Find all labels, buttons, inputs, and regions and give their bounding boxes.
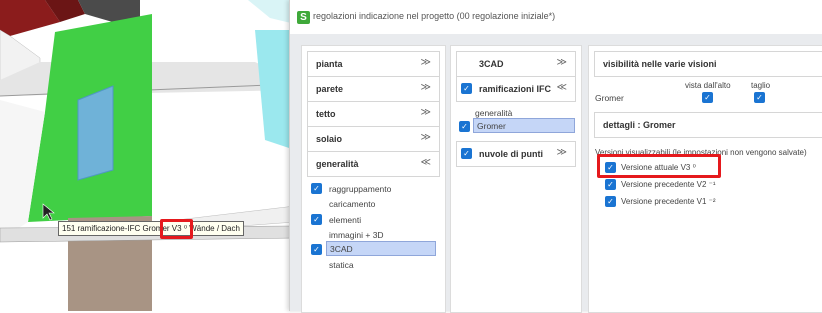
list-item-immagini-3d[interactable]: immagini + 3D <box>329 230 384 240</box>
checkbox-3cad[interactable]: ✓ <box>311 244 322 255</box>
section-ramificazioni-ifc[interactable]: ✓ ramificazioni IFC ≪ <box>456 76 576 102</box>
checkbox-ramificazioni-ifc[interactable]: ✓ <box>461 83 472 94</box>
section-nuvole-di-punti[interactable]: ✓ nuvole di punti ≫ <box>456 141 576 167</box>
version-v1-label[interactable]: Versione precedente V1 ⁻² <box>621 197 716 206</box>
highlight-v3-tooltip <box>160 219 193 239</box>
chevron-down-icon: ≫ <box>420 82 431 93</box>
col-header-vista-dall-alto: vista dall'alto <box>685 81 731 90</box>
subcategory-column: 3CAD ≫ ✓ ramificazioni IFC ≪ generalità … <box>450 45 582 313</box>
section-tetto[interactable]: tetto ≫ <box>307 101 440 127</box>
checkbox-gromer[interactable]: ✓ <box>459 121 470 132</box>
chevron-down-icon: ≫ <box>556 57 567 68</box>
section-pianta[interactable]: pianta ≫ <box>307 51 440 77</box>
chevron-down-icon: ≫ <box>556 147 567 158</box>
section-solaio[interactable]: solaio ≫ <box>307 126 440 152</box>
list-item-generalita[interactable]: generalità <box>475 108 512 118</box>
checkbox-elementi[interactable]: ✓ <box>311 214 322 225</box>
list-item-3cad-selected[interactable]: 3CAD <box>326 241 436 256</box>
section-3cad[interactable]: 3CAD ≫ <box>456 51 576 77</box>
building-model <box>0 0 295 311</box>
tooltip: 151 ramificazione-IFC Gromer V3 ⁰ Wände … <box>58 221 244 236</box>
section-visibilita: visibilità nelle varie visioni <box>594 51 822 77</box>
chevron-up-icon: ≪ <box>556 82 567 93</box>
list-item-statica[interactable]: statica <box>329 260 354 270</box>
details-column: visibilità nelle varie visioni vista dal… <box>588 45 822 313</box>
chevron-up-icon: ≪ <box>420 157 431 168</box>
section-generalita[interactable]: generalità ≪ <box>307 151 440 177</box>
dialog-content: pianta ≫ parete ≫ tetto ≫ solaio ≫ gener… <box>290 34 822 313</box>
list-item-elementi[interactable]: elementi <box>329 215 361 225</box>
checkbox-version-v2[interactable]: ✓ <box>605 179 616 190</box>
window <box>77 85 114 181</box>
app-logo-icon: S <box>297 11 310 24</box>
chevron-down-icon: ≫ <box>420 132 431 143</box>
chevron-down-icon: ≫ <box>420 57 431 68</box>
col-header-taglio: taglio <box>751 81 771 90</box>
section-parete[interactable]: parete ≫ <box>307 76 440 102</box>
dialog-title: regolazioni indicazione nel progetto (00… <box>313 11 556 21</box>
checkbox-nuvole-di-punti[interactable]: ✓ <box>461 148 472 159</box>
checkbox-vista-dall-alto[interactable]: ✓ <box>702 92 713 103</box>
glass-panel-top <box>248 0 295 24</box>
3d-viewport[interactable]: 151 ramificazione-IFC Gromer V3 ⁰ Wände … <box>0 0 295 311</box>
settings-dialog: S regolazioni indicazione nel progetto (… <box>289 0 822 313</box>
checkbox-raggruppamento[interactable]: ✓ <box>311 183 322 194</box>
highlight-current-version <box>597 154 721 178</box>
checkbox-version-v1[interactable]: ✓ <box>605 196 616 207</box>
chevron-down-icon: ≫ <box>420 107 431 118</box>
list-item-raggruppamento[interactable]: raggruppamento <box>329 184 391 194</box>
checkbox-taglio[interactable]: ✓ <box>754 92 765 103</box>
row-label-gromer: Gromer <box>595 93 624 103</box>
list-item-gromer-selected[interactable]: Gromer <box>473 118 575 133</box>
dialog-titlebar: S regolazioni indicazione nel progetto (… <box>290 0 822 34</box>
section-dettagli: dettagli : Gromer <box>594 112 822 138</box>
version-v2-label[interactable]: Versione precedente V2 ⁻¹ <box>621 180 716 189</box>
list-item-caricamento[interactable]: caricamento <box>329 199 375 209</box>
category-column: pianta ≫ parete ≫ tetto ≫ solaio ≫ gener… <box>301 45 446 313</box>
